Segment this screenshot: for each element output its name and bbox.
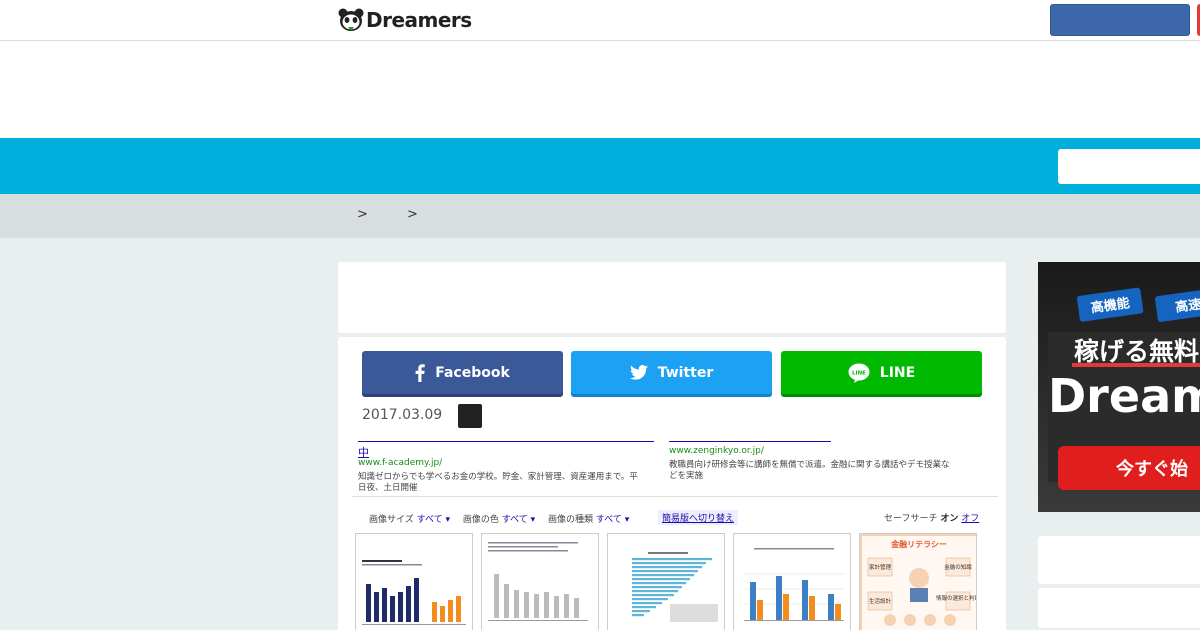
svg-text:Dream: Dream (1048, 369, 1200, 423)
safe-search-on: オン (940, 514, 959, 524)
safe-search-off: オフ (961, 514, 980, 524)
line-share-button[interactable]: LINE LINE (781, 351, 982, 394)
svg-text:情報の選択と判断: 情報の選択と判断 (936, 594, 977, 602)
facebook-icon (415, 363, 425, 382)
filter-label: 画像の種類 (548, 515, 594, 525)
result-desc: 知識ゼロからでも学べるお金の学校。貯金、家計管理、資産運用まで。平 (358, 472, 638, 482)
filter-label: 画像の色 (462, 515, 499, 525)
header-blue-button[interactable] (1050, 4, 1190, 36)
filter-value: すべて ▾ (595, 515, 630, 525)
top-ad-area (0, 41, 1200, 138)
breadcrumb-separator: > (357, 207, 368, 222)
global-nav-bar (0, 138, 1200, 194)
sidebar-ad-banner[interactable]: 高機能 高速 稼げる無料 Dream 今すぐ始 (1038, 262, 1200, 512)
twitter-share-button[interactable]: Twitter (571, 351, 772, 394)
svg-text:家計管理: 家計管理 (869, 563, 892, 571)
image-filters: 画像サイズ すべて ▾ 画像の色 すべて ▾ 画像の種類 すべて ▾ (369, 512, 639, 525)
facebook-share-label: Facebook (435, 364, 510, 381)
divider (352, 496, 998, 497)
svg-text:今すぐ始: 今すぐ始 (1116, 458, 1188, 480)
svg-text:金融リテラシー: 金融リテラシー (890, 539, 947, 549)
result-desc: 教職員向け研修会等に講師を無償で派遣。金融に関する講話やデモ授業な (669, 460, 950, 470)
safe-search-label: セーフサーチ (884, 514, 938, 524)
result-url: www.f-academy.jp/ (358, 458, 443, 468)
safe-search: セーフサーチ オン オフ (884, 511, 979, 524)
twitter-share-label: Twitter (657, 364, 714, 381)
line-share-label: LINE (879, 364, 916, 381)
image-thumbnail (607, 533, 725, 630)
filter-value: すべて ▾ (416, 515, 450, 525)
result-rule (669, 441, 831, 442)
svg-text:稼げる無料: 稼げる無料 (1074, 337, 1199, 366)
result-url: www.zenginkyo.or.jp/ (669, 446, 764, 456)
image-thumbnail: 金融リテラシー 家計管理 金融の知識 生活設計 情報の選択と判断 (859, 533, 977, 630)
simple-version-link: 簡易版へ切り替え (658, 510, 739, 525)
svg-text:生活設計: 生活設計 (869, 597, 892, 605)
image-thumbnail (481, 533, 599, 630)
category-icon[interactable] (458, 404, 482, 428)
filter-label: 画像サイズ (369, 515, 414, 525)
article-title-card (338, 262, 1006, 333)
result-desc: 日夜、土日開催 (358, 483, 418, 493)
image-thumbnail (355, 533, 473, 630)
line-icon: LINE (848, 363, 870, 383)
filter-value: すべて ▾ (501, 515, 536, 525)
panda-icon (338, 8, 364, 32)
publish-date: 2017.03.09 (362, 407, 443, 423)
facebook-share-button[interactable]: Facebook (362, 351, 563, 394)
result-desc: どを実施 (669, 471, 704, 481)
image-thumbnail (733, 533, 851, 630)
result-rule (358, 441, 654, 442)
site-logo[interactable]: Dreamers (338, 6, 472, 34)
breadcrumb-separator: > (407, 207, 418, 222)
sidebar-card (1038, 588, 1200, 628)
breadcrumb (0, 194, 1200, 238)
search-input[interactable] (1058, 149, 1200, 184)
site-header (0, 0, 1200, 41)
sidebar-card (1038, 536, 1200, 584)
article-screenshot-image: 中 www.f-academy.jp/ 知識ゼロからでも学べるお金の学校。貯金、… (352, 436, 998, 630)
svg-text:LINE: LINE (852, 370, 866, 376)
svg-text:金融の知識: 金融の知識 (944, 563, 972, 571)
logo-text: Dreamers (366, 8, 472, 32)
twitter-icon (629, 365, 648, 380)
